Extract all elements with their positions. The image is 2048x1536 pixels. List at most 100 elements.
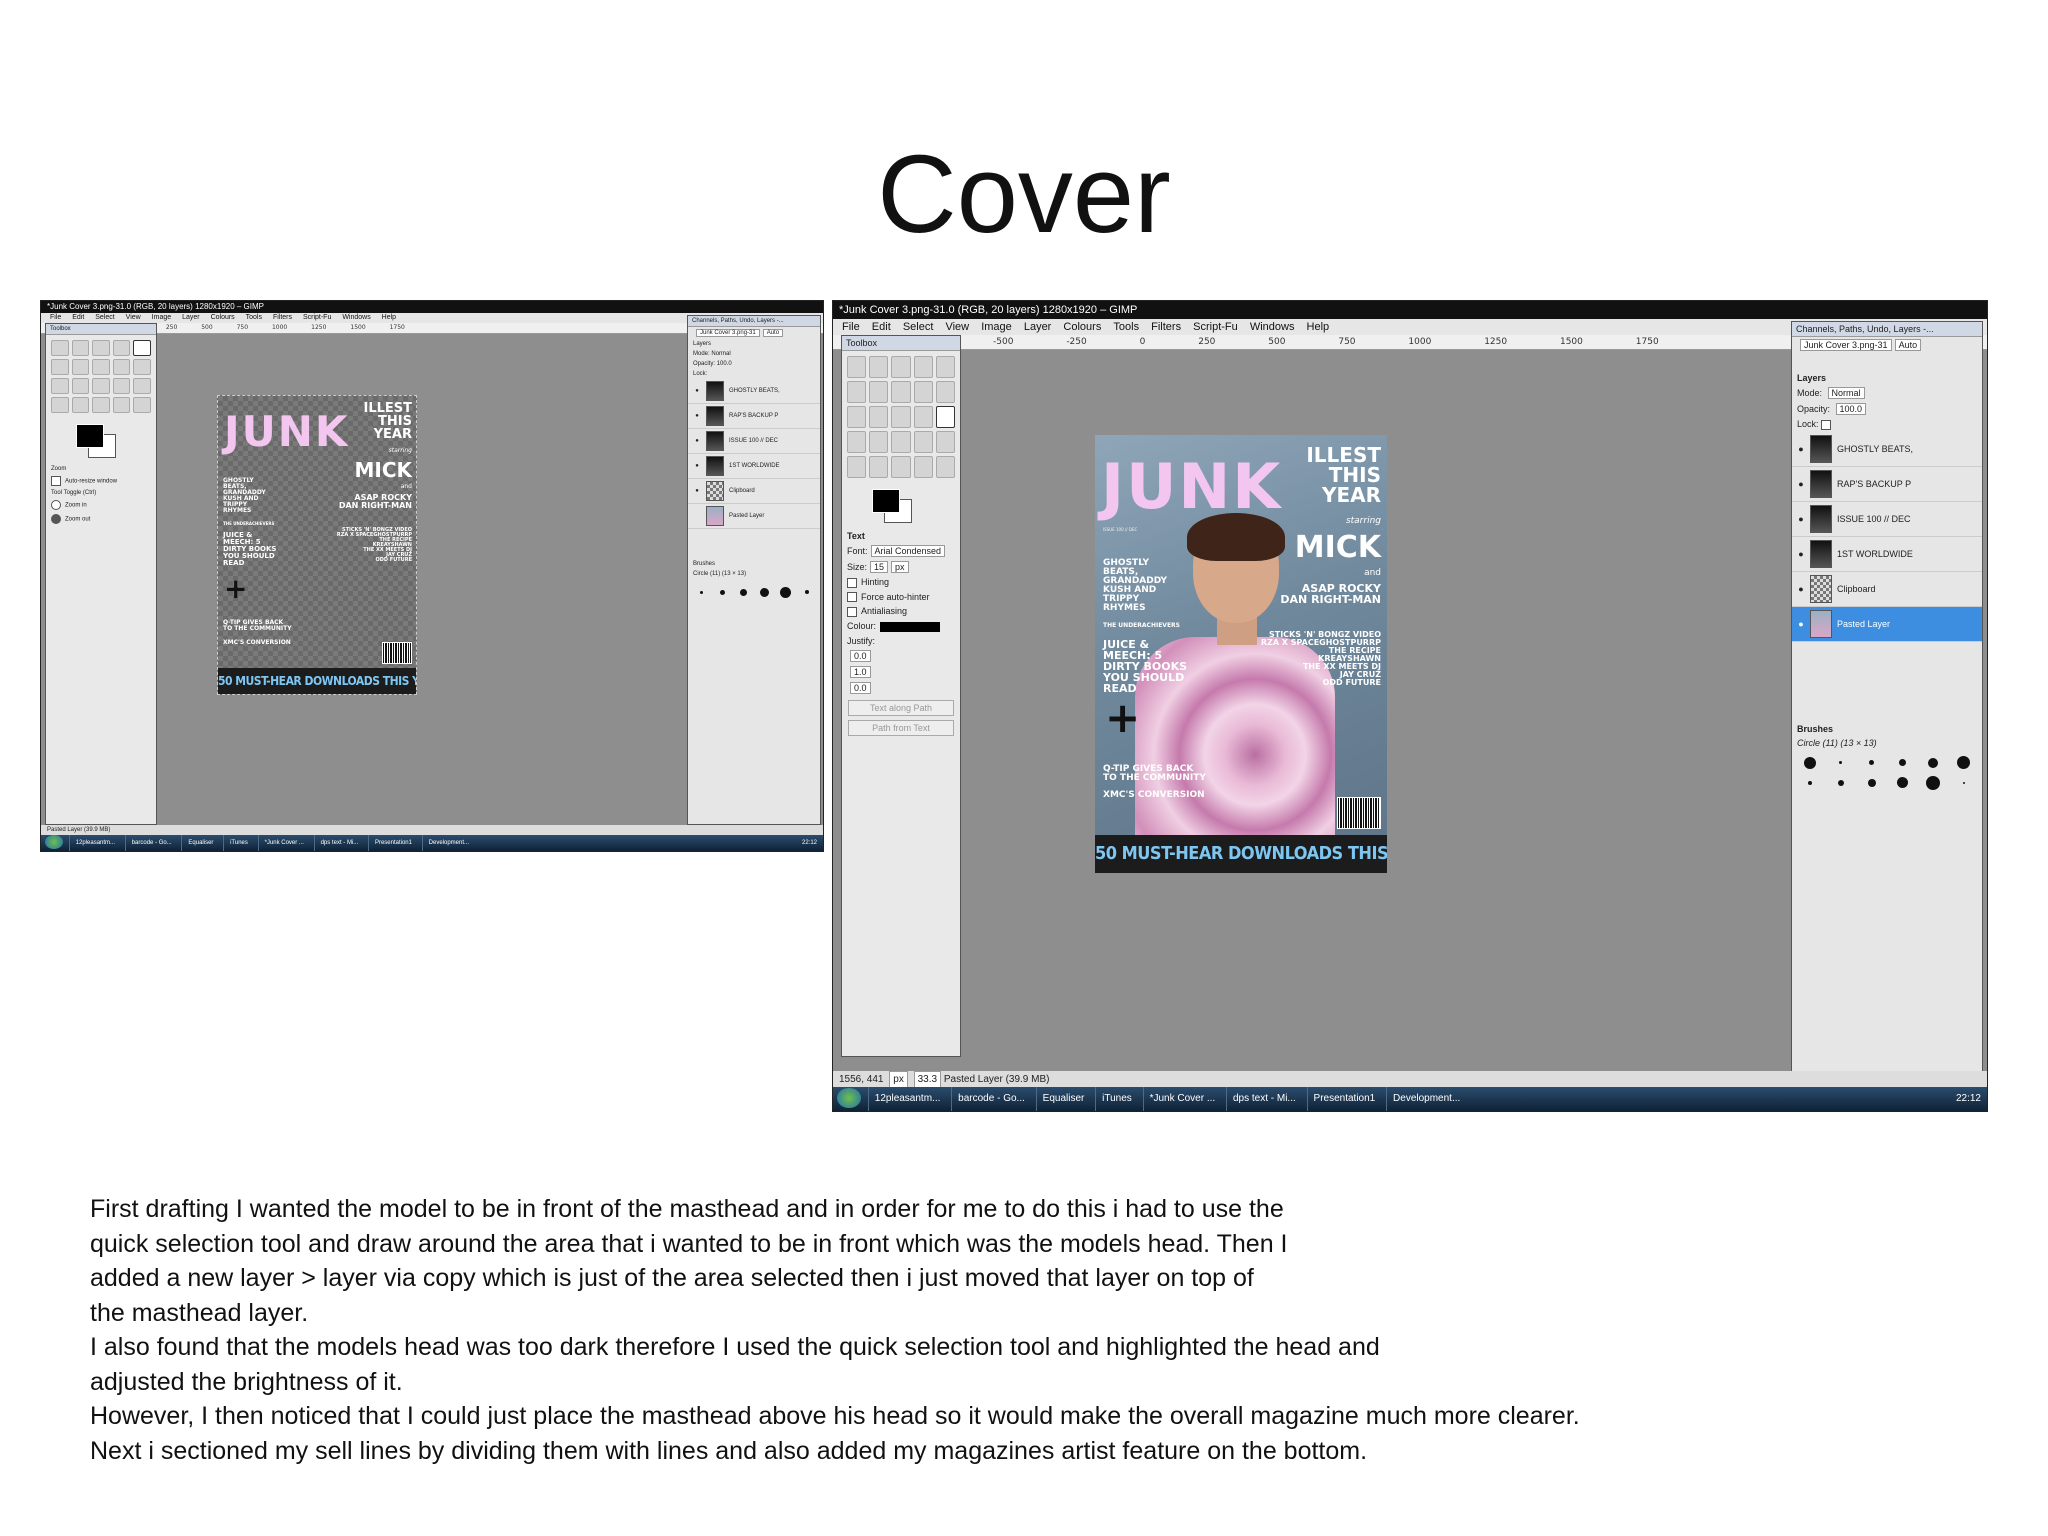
menu-tools[interactable]: Tools (246, 314, 262, 321)
taskbar-item[interactable]: Development... (421, 835, 475, 851)
free-select-tool-icon[interactable] (891, 356, 911, 378)
line-spacing-field[interactable]: 1.0 (850, 665, 871, 678)
brush-option[interactable] (757, 585, 772, 599)
menu-filters[interactable]: Filters (273, 314, 292, 321)
start-button-icon[interactable] (837, 1088, 861, 1109)
layer-row[interactable]: ● ISSUE 100 // DEC (688, 429, 820, 454)
menu-file[interactable]: File (50, 314, 61, 321)
eye-icon[interactable]: ● (1796, 479, 1806, 489)
force-autohinter-checkbox[interactable] (847, 592, 857, 603)
eye-icon[interactable]: ● (692, 413, 702, 419)
taskbar-item[interactable]: barcode - Go... (124, 835, 178, 851)
menu-colours[interactable]: Colours (211, 314, 235, 321)
auto-button[interactable]: Auto (1894, 339, 1922, 351)
path-from-text-button[interactable]: Path from Text (848, 719, 954, 736)
blend-tool-icon[interactable] (869, 431, 889, 453)
ellipse-select-tool-icon[interactable] (71, 340, 90, 356)
taskbar-item[interactable]: Development... (1386, 1087, 1466, 1111)
brush-option[interactable] (1798, 776, 1823, 790)
menu-windows[interactable]: Windows (342, 314, 370, 321)
text-along-path-button[interactable]: Text along Path (848, 699, 954, 716)
ellipse-select-tool-icon[interactable] (869, 356, 889, 378)
brush-option[interactable] (694, 585, 709, 599)
lock-pixels-checkbox[interactable] (1821, 419, 1832, 430)
brush-option[interactable] (1921, 756, 1946, 770)
scale-tool-icon[interactable] (71, 378, 90, 394)
move-tool-icon[interactable] (71, 359, 90, 375)
text-tool-icon[interactable] (133, 378, 151, 394)
brush-option[interactable] (1829, 776, 1854, 790)
menu-edit[interactable]: Edit (72, 314, 84, 321)
zoom-out-option[interactable]: Zoom out (46, 512, 156, 526)
heal-tool-icon[interactable] (869, 456, 889, 478)
brush-option[interactable] (1890, 756, 1915, 770)
zoom-tool-icon[interactable] (133, 340, 151, 356)
text-tool-icon[interactable] (935, 406, 955, 428)
taskbar-item[interactable]: 12pleasantm... (867, 1087, 947, 1111)
measure-tool-icon[interactable] (935, 381, 955, 403)
taskbar-item[interactable]: barcode - Go... (951, 1087, 1031, 1111)
antialiasing-option[interactable]: Antialiasing (842, 604, 960, 619)
menu-tools[interactable]: Tools (1113, 321, 1139, 333)
crop-tool-icon[interactable] (51, 359, 69, 375)
paintbrush-tool-icon[interactable] (112, 397, 131, 413)
letter-spacing-field[interactable]: 0.0 (850, 681, 871, 694)
menu-help[interactable]: Help (1307, 321, 1330, 333)
taskbar-item[interactable]: 12pleasantm... (68, 835, 121, 851)
taskbar-item[interactable]: *Junk Cover ... (1142, 1087, 1222, 1111)
taskbar-item[interactable]: *Junk Cover ... (257, 835, 310, 851)
crop-tool-icon[interactable] (847, 381, 867, 403)
free-select-tool-icon[interactable] (92, 340, 110, 356)
brush-option[interactable] (1798, 756, 1823, 770)
layer-row[interactable]: ● ISSUE 100 // DEC (1792, 502, 1982, 537)
bucket-fill-tool-icon[interactable] (847, 431, 867, 453)
paintbrush-tool-icon[interactable] (913, 431, 933, 453)
align-tool-icon[interactable] (92, 359, 110, 375)
brush-option[interactable] (736, 585, 751, 599)
brush-option[interactable] (1890, 776, 1915, 790)
force-autohinter-option[interactable]: Force auto-hinter (842, 590, 960, 605)
eraser-tool-icon[interactable] (133, 397, 151, 413)
layer-row[interactable]: Pasted Layer (688, 504, 820, 529)
taskbar-item[interactable]: iTunes (223, 835, 254, 851)
zoom-in-radio[interactable] (51, 500, 61, 510)
menu-filters[interactable]: Filters (1151, 321, 1181, 333)
rect-select-tool-icon[interactable] (51, 340, 69, 356)
hinting-checkbox[interactable] (847, 577, 857, 588)
pencil-tool-icon[interactable] (891, 431, 911, 453)
brush-option[interactable] (1921, 775, 1946, 790)
menu-script-fu[interactable]: Script-Fu (1193, 321, 1238, 333)
menu-edit[interactable]: Edit (872, 321, 891, 333)
brush-option[interactable] (1829, 756, 1854, 770)
antialiasing-checkbox[interactable] (847, 606, 857, 617)
auto-resize-checkbox[interactable] (51, 476, 61, 486)
menu-colours[interactable]: Colours (1063, 321, 1101, 333)
foreground-color-swatch[interactable] (872, 489, 900, 513)
menu-file[interactable]: File (842, 321, 860, 333)
indent-field[interactable]: 0.0 (850, 649, 871, 662)
pencil-tool-icon[interactable] (92, 397, 110, 413)
auto-button[interactable]: Auto (762, 329, 784, 337)
image-select-field[interactable]: Junk Cover 3.png-31 (696, 329, 760, 337)
layer-row-selected[interactable]: ● Pasted Layer (1792, 606, 1982, 642)
start-button-icon[interactable] (45, 835, 63, 850)
rotate-tool-icon[interactable] (847, 406, 867, 428)
taskbar-item[interactable]: iTunes (1095, 1087, 1138, 1111)
eye-icon[interactable]: ● (1796, 549, 1806, 559)
eye-icon[interactable]: ● (692, 438, 702, 444)
smudge-tool-icon[interactable] (891, 456, 911, 478)
image-select-field[interactable]: Junk Cover 3.png-31 (1800, 339, 1892, 351)
eraser-tool-icon[interactable] (935, 431, 955, 453)
layer-row[interactable]: ● RAP'S BACKUP P (688, 404, 820, 429)
rect-select-tool-icon[interactable] (847, 356, 867, 378)
menu-windows[interactable]: Windows (1250, 321, 1295, 333)
eye-icon[interactable]: ● (692, 388, 702, 394)
text-colour-button[interactable] (880, 621, 941, 632)
brush-option[interactable] (715, 585, 730, 599)
brush-option[interactable] (1859, 776, 1884, 790)
brush-option[interactable] (799, 585, 814, 599)
size-unit-select[interactable]: px (891, 561, 909, 573)
eye-icon[interactable]: ● (692, 488, 702, 494)
eye-icon[interactable]: ● (1796, 514, 1806, 524)
perspective-tool-icon[interactable] (891, 406, 911, 428)
